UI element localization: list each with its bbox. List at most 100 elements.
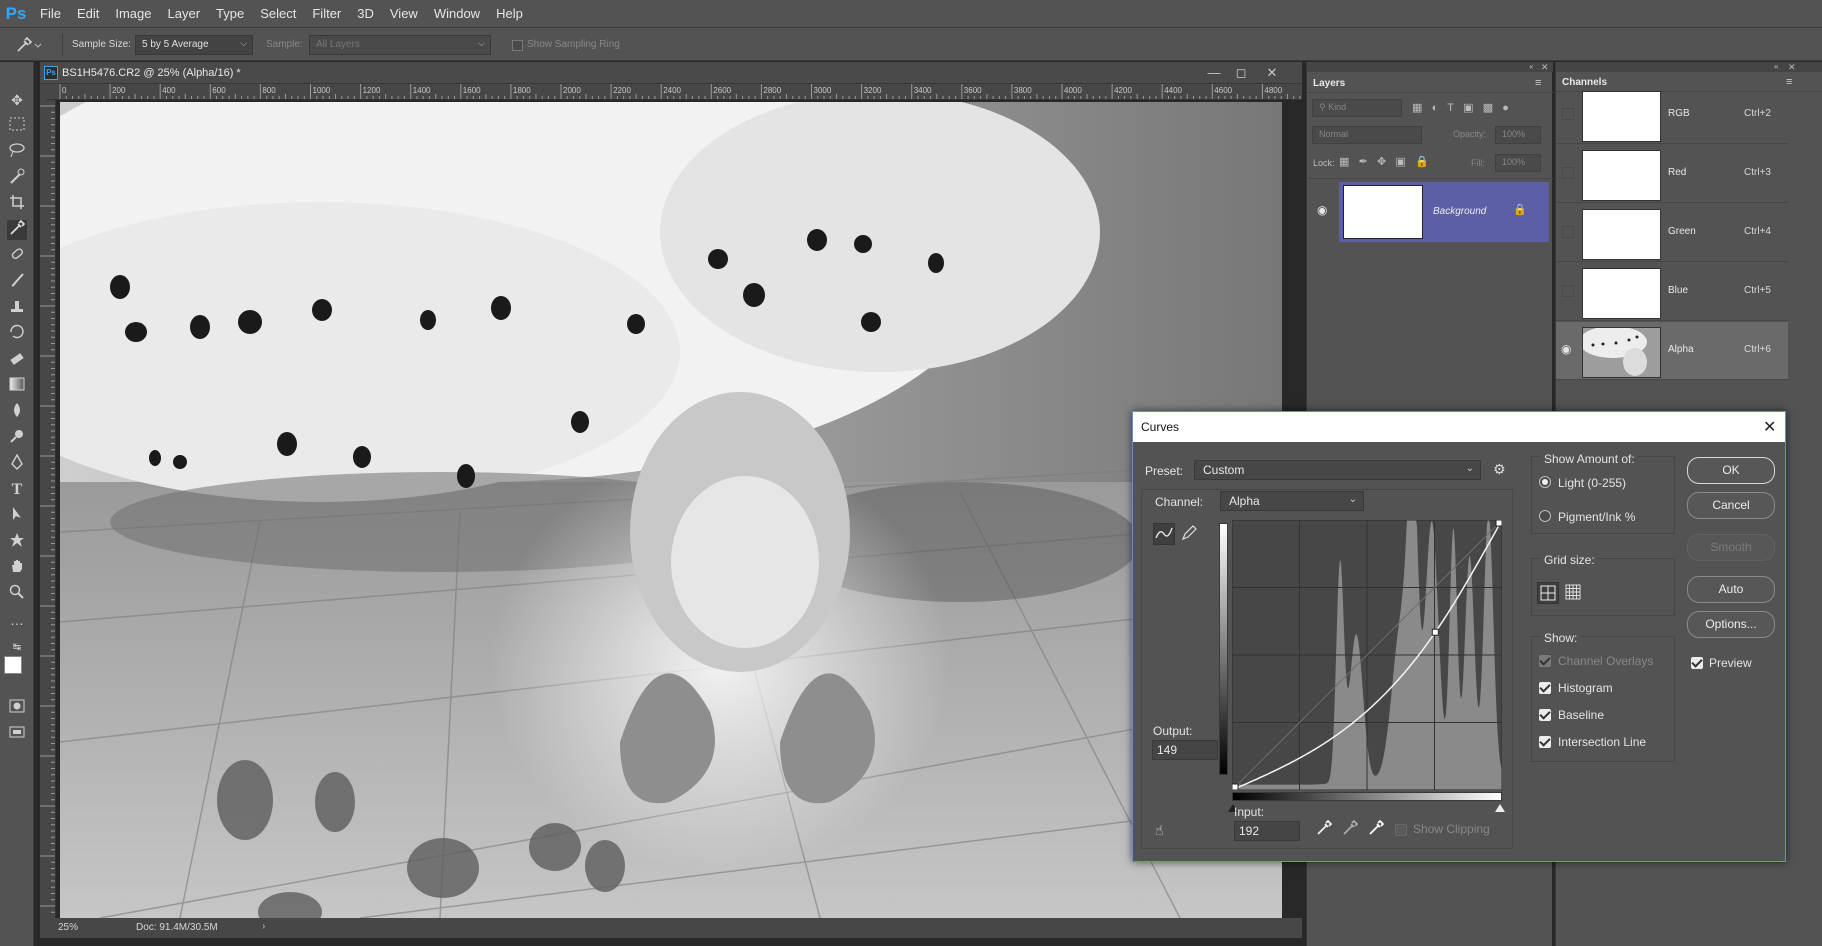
black-eyedropper-icon[interactable] <box>1316 819 1333 839</box>
lasso-tool-icon[interactable] <box>7 142 27 162</box>
menu-3d[interactable]: 3D <box>349 0 382 27</box>
white-point-slider[interactable] <box>1495 804 1505 812</box>
crop-tool-icon[interactable] <box>7 194 27 214</box>
curve-control-point[interactable] <box>1431 628 1439 636</box>
options-button[interactable]: Options... <box>1687 611 1775 638</box>
maximize-icon[interactable]: ◻ <box>1231 64 1251 82</box>
move-tool-icon[interactable]: ✥ <box>7 90 27 110</box>
path-selection-tool-icon[interactable] <box>7 506 27 526</box>
dialog-titlebar[interactable]: Curves ✕ <box>1133 412 1785 442</box>
close-icon[interactable]: ✕ <box>1763 417 1776 437</box>
eye-icon[interactable]: ◉ <box>1561 342 1571 356</box>
ok-button[interactable]: OK <box>1687 457 1775 484</box>
gear-icon[interactable]: ⚙ <box>1493 461 1506 478</box>
collapse-icon[interactable]: « <box>1774 62 1778 71</box>
close-icon[interactable]: ✕ <box>1262 64 1282 82</box>
simple-grid-icon[interactable] <box>1537 582 1559 604</box>
lock-brush-icon[interactable]: ✒ <box>1359 156 1368 168</box>
fill-field[interactable]: 100% <box>1495 154 1541 172</box>
screen-mode-icon[interactable] <box>7 724 27 744</box>
output-field[interactable]: 149 <box>1152 740 1218 760</box>
layer-name[interactable]: Background <box>1433 206 1486 217</box>
dodge-tool-icon[interactable] <box>7 428 27 448</box>
gray-eyedropper-icon[interactable] <box>1342 819 1359 839</box>
show-sampling-ring-checkbox[interactable] <box>512 38 523 52</box>
menu-layer[interactable]: Layer <box>160 0 209 27</box>
shape-filter-icon[interactable]: ▣ <box>1463 102 1473 114</box>
light-radio[interactable] <box>1539 476 1551 488</box>
menu-type[interactable]: Type <box>208 0 252 27</box>
minimize-icon[interactable]: — <box>1204 64 1224 82</box>
zoom-level[interactable]: 25% <box>58 922 78 933</box>
preview-checkbox[interactable] <box>1691 657 1703 669</box>
eyedropper-preset-icon[interactable] <box>12 35 42 55</box>
lock-position-icon[interactable]: ✥ <box>1377 156 1386 168</box>
pencil-tool-icon[interactable] <box>1179 523 1201 545</box>
quick-selection-tool-icon[interactable] <box>7 168 27 188</box>
curve-point-tool-icon[interactable] <box>1153 523 1175 545</box>
visibility-toggle[interactable] <box>1562 285 1574 297</box>
document-tab[interactable]: Ps BS1H5476.CR2 @ 25% (Alpha/16) * — ◻ ✕ <box>40 62 1302 84</box>
menu-filter[interactable]: Filter <box>304 0 349 27</box>
visibility-toggle[interactable] <box>1562 167 1574 179</box>
kind-filter-select[interactable]: ⚲ Kind <box>1312 99 1402 117</box>
menu-image[interactable]: Image <box>107 0 159 27</box>
channel-select[interactable]: Alpha ⌄ <box>1220 491 1364 511</box>
filter-toggle-icon[interactable]: ● <box>1502 102 1509 114</box>
smart-object-filter-icon[interactable]: ▩ <box>1483 102 1493 114</box>
lock-transparent-icon[interactable]: ▦ <box>1339 156 1349 168</box>
sample-size-select[interactable]: 5 by 5 Average ⌵ <box>135 35 253 55</box>
more-tools-icon[interactable]: … <box>7 610 27 630</box>
sample-select[interactable]: All Layers ⌵ <box>309 35 491 55</box>
opacity-field[interactable]: 100% <box>1495 126 1541 144</box>
channel-row-rgb[interactable]: RGB Ctrl+2 <box>1556 86 1788 144</box>
baseline-checkbox[interactable] <box>1539 709 1551 721</box>
targeted-adjustment-icon[interactable]: ☝ <box>1155 822 1164 839</box>
smooth-button[interactable]: Smooth <box>1687 534 1775 561</box>
menu-help[interactable]: Help <box>488 0 531 27</box>
hand-tool-icon[interactable] <box>7 558 27 578</box>
menu-view[interactable]: View <box>382 0 426 27</box>
curve-control-point[interactable] <box>1495 520 1502 527</box>
pen-tool-icon[interactable] <box>7 453 27 474</box>
channel-row-red[interactable]: Red Ctrl+3 <box>1556 145 1788 203</box>
marquee-tool-icon[interactable] <box>7 116 27 136</box>
eye-icon[interactable]: ◉ <box>1317 203 1327 217</box>
white-eyedropper-icon[interactable] <box>1368 819 1385 839</box>
adjustment-filter-icon[interactable]: ◐ <box>1432 102 1439 114</box>
close-icon[interactable]: ✕ <box>1788 62 1796 73</box>
intersection-line-checkbox[interactable] <box>1539 736 1551 748</box>
swap-colors-icon[interactable]: ↹ <box>7 638 27 658</box>
menu-select[interactable]: Select <box>252 0 304 27</box>
collapse-icon[interactable]: « <box>1529 62 1533 71</box>
auto-button[interactable]: Auto <box>1687 576 1775 603</box>
channel-row-alpha[interactable]: ◉ Alpha Ctrl+6 <box>1556 322 1788 380</box>
input-field[interactable]: 192 <box>1234 821 1300 841</box>
lock-artboard-icon[interactable]: ▣ <box>1395 156 1405 168</box>
lock-all-icon[interactable]: 🔒 <box>1415 156 1429 168</box>
close-icon[interactable]: ✕ <box>1541 62 1549 73</box>
channel-overlays-checkbox[interactable] <box>1539 655 1551 667</box>
detailed-grid-icon[interactable] <box>1563 582 1585 604</box>
blend-mode-select[interactable]: Normal <box>1312 126 1422 144</box>
visibility-toggle[interactable] <box>1562 226 1574 238</box>
pixel-filter-icon[interactable]: ▦ <box>1412 102 1422 114</box>
menu-file[interactable]: File <box>32 0 69 27</box>
image-canvas[interactable] <box>60 102 1282 918</box>
layer-row-background[interactable]: ◉ Background 🔒 <box>1307 179 1553 245</box>
curve-graph[interactable] <box>1232 520 1502 790</box>
eraser-tool-icon[interactable] <box>7 350 27 370</box>
zoom-tool-icon[interactable] <box>7 584 27 604</box>
preset-select[interactable]: Custom ⌄ <box>1194 460 1481 480</box>
ruler-horizontal[interactable]: 0 200 400 600 800 1000 1200 1400 1600 1800 2000 220… <box>46 84 1302 100</box>
cancel-button[interactable]: Cancel <box>1687 492 1775 519</box>
brush-tool-icon[interactable] <box>7 272 27 292</box>
type-filter-icon[interactable]: T <box>1447 102 1454 114</box>
lock-icons[interactable]: ▦ ✒ ✥ ▣ 🔒 <box>1339 155 1439 169</box>
blur-tool-icon[interactable] <box>7 402 27 422</box>
eyedropper-tool-icon[interactable] <box>7 219 27 240</box>
type-tool-icon[interactable]: T <box>7 480 27 500</box>
healing-brush-tool-icon[interactable] <box>7 246 27 266</box>
layer-filter-icons[interactable]: ▦ ◐ T ▣ ▩ ● <box>1412 101 1532 115</box>
clone-stamp-tool-icon[interactable] <box>7 298 27 318</box>
